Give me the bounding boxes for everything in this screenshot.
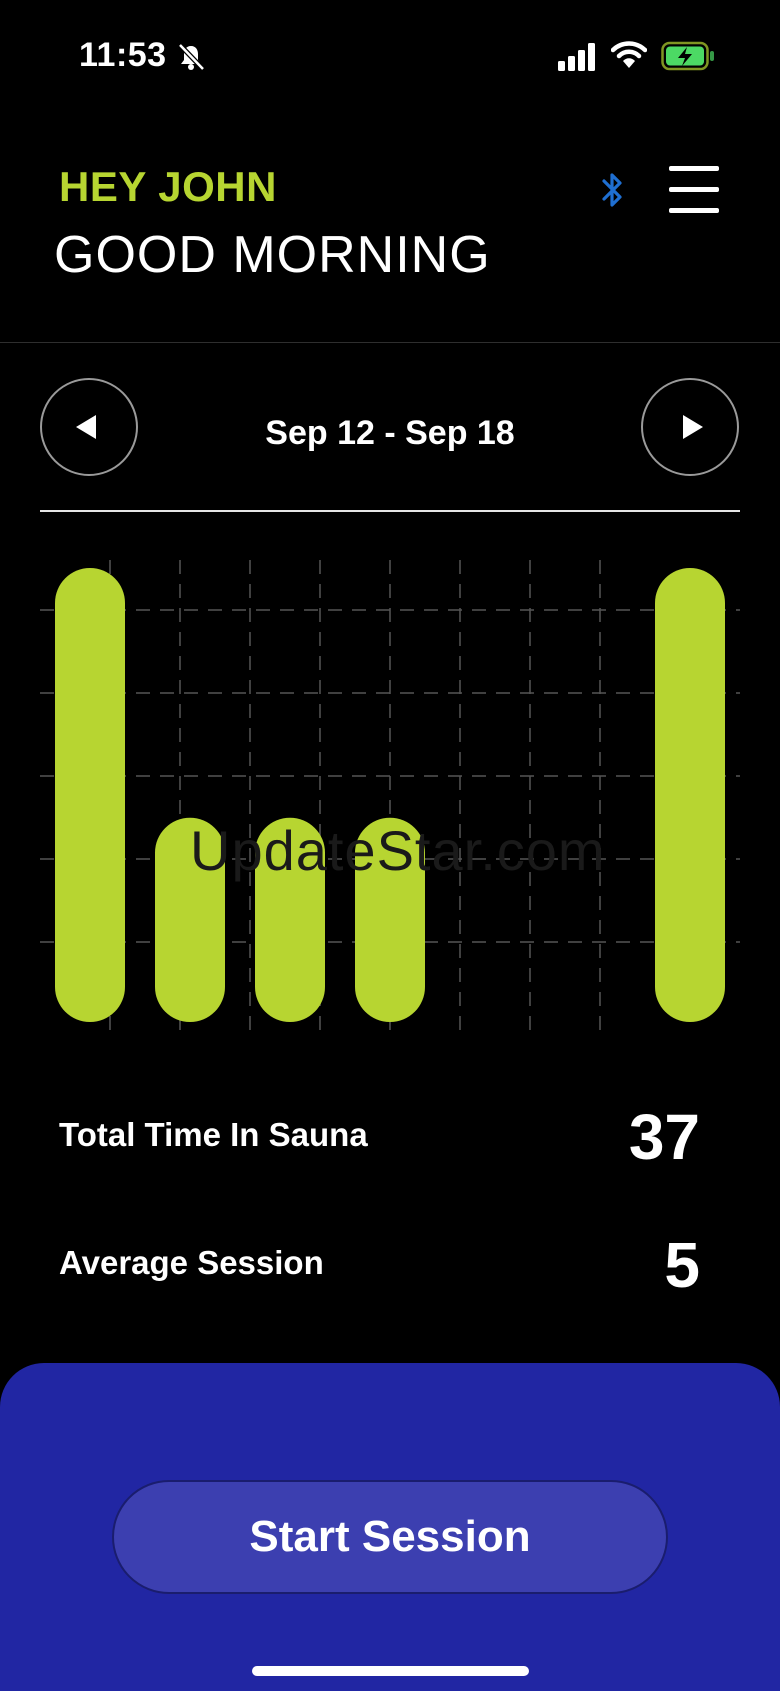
hamburger-menu-icon[interactable] bbox=[669, 166, 721, 218]
previous-week-button[interactable] bbox=[40, 378, 138, 476]
chart-bar-3[interactable] bbox=[255, 817, 325, 1022]
chart-canvas bbox=[40, 560, 740, 1030]
status-bar: 11:53 bbox=[0, 0, 780, 110]
page-title: GOOD MORNING bbox=[54, 226, 491, 284]
header-divider bbox=[0, 342, 780, 343]
battery-charging-icon bbox=[661, 41, 714, 71]
date-range-label: Sep 12 - Sep 18 bbox=[265, 414, 515, 452]
greeting-text: HEY JOHN bbox=[59, 163, 277, 210]
next-week-button[interactable] bbox=[641, 378, 739, 476]
chart-bar-2[interactable] bbox=[155, 817, 225, 1022]
status-time: 11:53 bbox=[79, 36, 167, 74]
cellular-signal-icon bbox=[558, 43, 595, 71]
chart-bar-4[interactable] bbox=[355, 817, 425, 1022]
chart-bar-7[interactable] bbox=[655, 568, 725, 1022]
bluetooth-icon[interactable] bbox=[598, 170, 628, 210]
bottom-action-panel: Start Session bbox=[0, 1363, 780, 1691]
chart-bar-1[interactable] bbox=[55, 568, 125, 1022]
arrow-right-icon bbox=[683, 415, 703, 439]
arrow-left-icon bbox=[76, 415, 96, 439]
home-indicator[interactable] bbox=[252, 1666, 529, 1676]
weekly-sauna-chart bbox=[40, 560, 740, 1030]
start-session-button[interactable]: Start Session bbox=[112, 1480, 668, 1594]
average-session-value: 5 bbox=[664, 1229, 700, 1301]
total-time-value: 37 bbox=[628, 1101, 700, 1173]
wifi-icon bbox=[611, 41, 647, 68]
bell-muted-icon bbox=[178, 43, 205, 71]
total-time-label: Total Time In Sauna bbox=[59, 1116, 368, 1153]
home-screen: 11:53 HEY JOHN GOOD MORNING Sep 12 - Sep… bbox=[0, 0, 780, 1691]
range-divider bbox=[40, 510, 740, 512]
average-session-label: Average Session bbox=[59, 1244, 324, 1281]
